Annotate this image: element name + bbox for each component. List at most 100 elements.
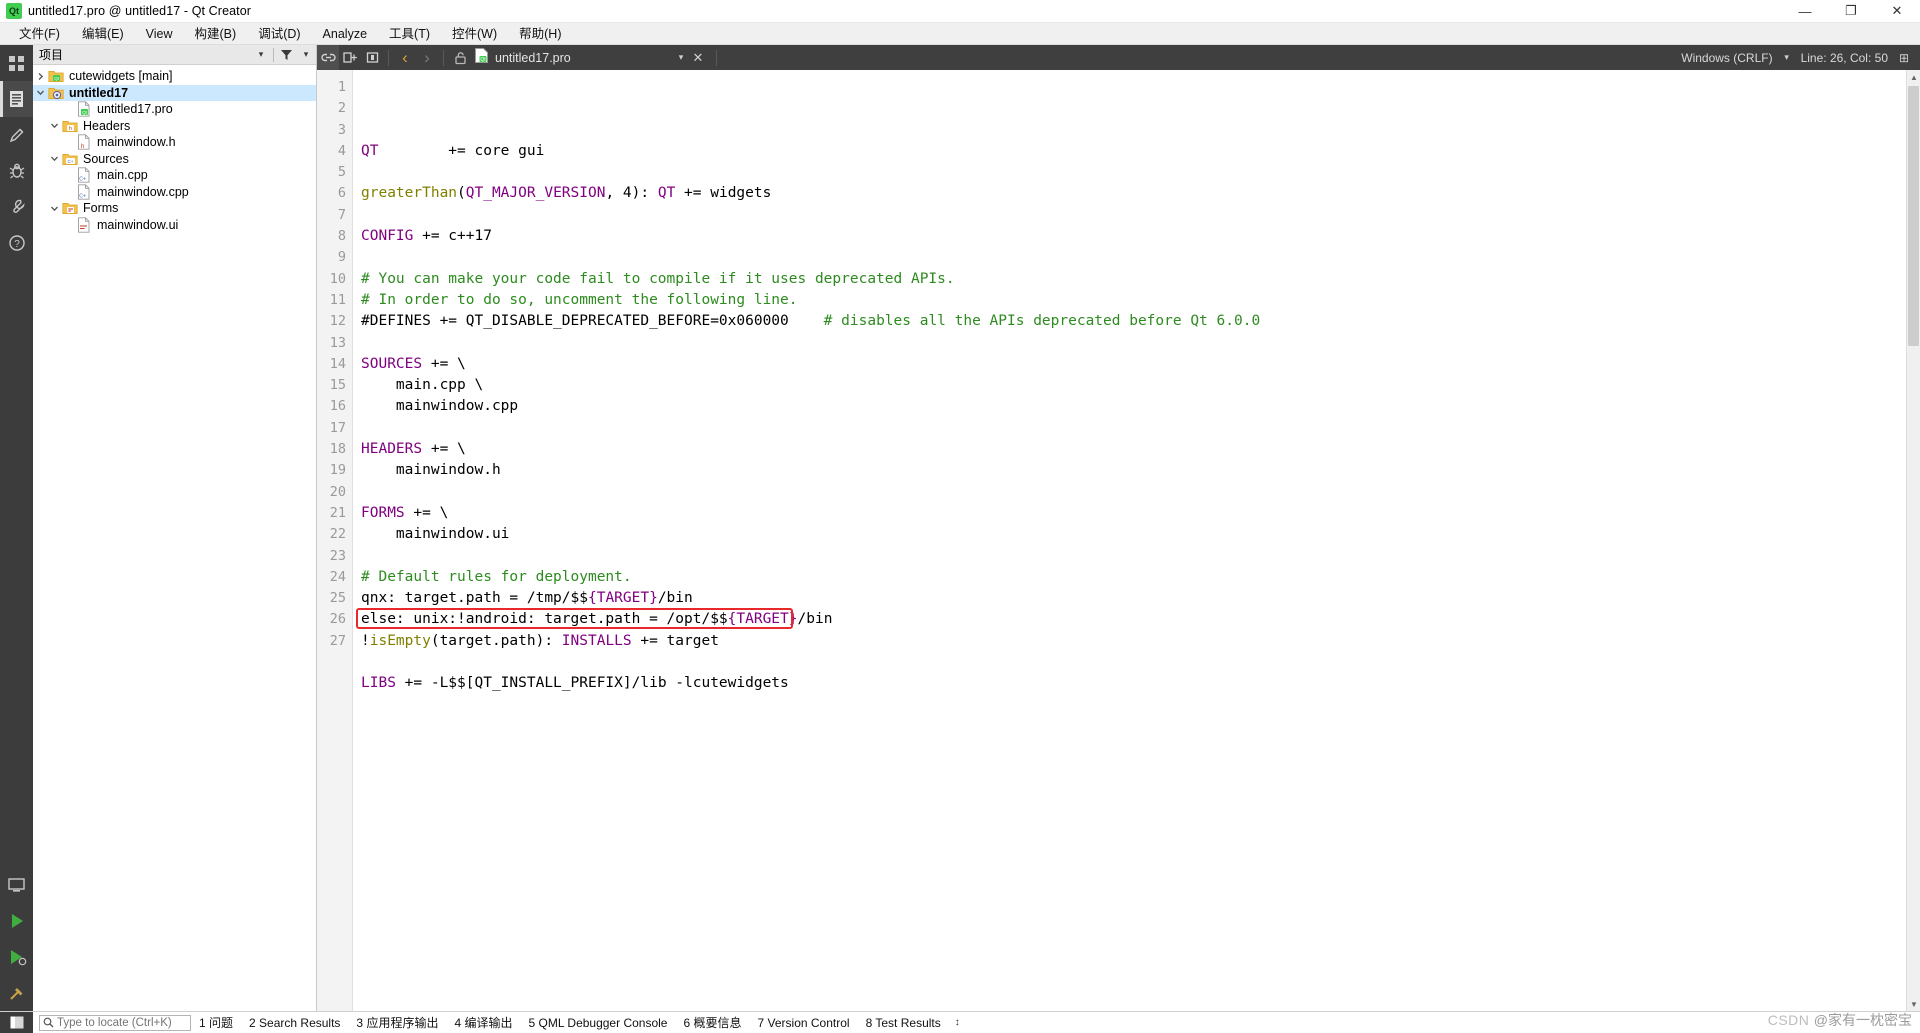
code-line[interactable]: SOURCES += \ xyxy=(361,354,1920,375)
code-line[interactable] xyxy=(361,333,1920,354)
code-line[interactable]: else: unix:!android: target.path = /opt/… xyxy=(361,609,1920,630)
code-line[interactable]: QT += core gui xyxy=(361,141,1920,162)
chevron-right-icon[interactable] xyxy=(33,72,48,81)
menu-build[interactable]: 构建(B) xyxy=(184,23,248,45)
tree-item-main-cpp[interactable]: C+ main.cpp xyxy=(33,167,316,184)
encoding-chevron-down-icon[interactable]: ▾ xyxy=(1779,52,1795,63)
code-line[interactable]: FORMS += \ xyxy=(361,503,1920,524)
project-tree[interactable]: Qt cutewidgets [main] untitled17 Qt untitled… xyxy=(33,65,316,1011)
code-line[interactable]: mainwindow.ui xyxy=(361,524,1920,545)
mode-debug[interactable] xyxy=(0,153,33,189)
code-line[interactable]: CONFIG += c++17 xyxy=(361,226,1920,247)
menu-debug[interactable]: 调试(D) xyxy=(247,23,311,45)
code-editor[interactable]: 1 2 3 4 5 6 7 8 9 10 11 12 13 14 15 16 17 18 19 20 21 22 23 24 2… xyxy=(317,70,1920,1011)
scroll-up-arrow-icon[interactable]: ▲ xyxy=(1907,70,1920,84)
mode-edit[interactable] xyxy=(0,81,33,117)
build-button[interactable] xyxy=(0,975,33,1011)
nav-back-button[interactable]: ‹ xyxy=(394,45,416,70)
kit-selector[interactable] xyxy=(0,867,33,903)
tree-item-mainwindow-h[interactable]: h mainwindow.h xyxy=(33,134,316,151)
nav-forward-button[interactable]: › xyxy=(416,45,438,70)
code-line[interactable]: # You can make your code fail to compile… xyxy=(361,269,1920,290)
mode-projects[interactable] xyxy=(0,189,33,225)
code-line[interactable]: greaterThan(QT_MAJOR_VERSION, 4): QT += … xyxy=(361,183,1920,204)
code-content[interactable]: QT += core gui greaterThan(QT_MAJOR_VERS… xyxy=(353,70,1920,1011)
output-pane-updown-icon[interactable]: ↕ xyxy=(949,1017,966,1028)
menu-analyze[interactable]: Analyze xyxy=(312,23,378,45)
menu-help[interactable]: 帮助(H) xyxy=(508,23,572,45)
code-line[interactable]: LIBS += -L$$[QT_INSTALL_PREFIX]/lib -lcu… xyxy=(361,673,1920,694)
line-number: 9 xyxy=(337,249,346,266)
unlock-icon[interactable] xyxy=(449,45,471,70)
tree-item-mainwindow-cpp[interactable]: C+ mainwindow.cpp xyxy=(33,184,316,201)
chevron-down-icon[interactable] xyxy=(47,154,62,163)
mode-welcome[interactable] xyxy=(0,45,33,81)
output-tab-compile-output[interactable]: 4 编译输出 xyxy=(446,1012,520,1033)
output-tab-issues[interactable]: 1 问题 xyxy=(191,1012,241,1033)
maximize-button[interactable]: ❐ xyxy=(1828,0,1874,23)
tree-item-headers[interactable]: h Headers xyxy=(33,118,316,135)
output-tab-test-results[interactable]: 8 Test Results xyxy=(858,1012,949,1033)
locator-field[interactable] xyxy=(39,1014,191,1031)
code-line[interactable]: # Default rules for deployment. xyxy=(361,567,1920,588)
code-line[interactable]: #DEFINES += QT_DISABLE_DEPRECATED_BEFORE… xyxy=(361,311,1920,332)
tree-item-forms[interactable]: Forms xyxy=(33,200,316,217)
output-tab-version-control[interactable]: 7 Version Control xyxy=(750,1012,858,1033)
menu-view[interactable]: View xyxy=(135,23,184,45)
menu-widgets[interactable]: 控件(W) xyxy=(441,23,508,45)
close-icon[interactable]: ✕ xyxy=(689,50,707,66)
locator-input[interactable] xyxy=(57,1016,183,1029)
code-line[interactable]: mainwindow.cpp xyxy=(361,396,1920,417)
scroll-down-arrow-icon[interactable]: ▼ xyxy=(1907,997,1920,1011)
code-line[interactable]: !isEmpty(target.path): INSTALLS += targe… xyxy=(361,631,1920,652)
code-line[interactable]: mainwindow.h xyxy=(361,460,1920,481)
menu-edit[interactable]: 编辑(E) xyxy=(71,23,135,45)
output-tab-search-results[interactable]: 2 Search Results xyxy=(241,1012,348,1033)
split-editor-button[interactable]: ⊞ xyxy=(1894,51,1914,65)
close-button[interactable]: ✕ xyxy=(1874,0,1920,23)
scrollbar-thumb[interactable] xyxy=(1908,86,1919,346)
output-tab-qml-debugger[interactable]: 5 QML Debugger Console xyxy=(520,1012,675,1033)
tree-item-cutewidgets[interactable]: Qt cutewidgets [main] xyxy=(33,68,316,85)
mode-design[interactable] xyxy=(0,117,33,153)
chevron-down-icon[interactable]: ▾ xyxy=(673,52,689,63)
code-line[interactable] xyxy=(361,418,1920,439)
line-ending-selector[interactable]: Windows (CRLF) xyxy=(1675,51,1778,65)
close-split-icon[interactable] xyxy=(361,45,383,70)
code-line[interactable] xyxy=(361,546,1920,567)
cursor-position-label[interactable]: Line: 26, Col: 50 xyxy=(1795,51,1894,65)
tree-item-untitled17[interactable]: untitled17 xyxy=(33,84,316,101)
link-icon[interactable] xyxy=(317,45,339,70)
code-line[interactable]: # In order to do so, uncomment the follo… xyxy=(361,290,1920,311)
output-pane-toggle[interactable] xyxy=(0,1011,33,1033)
menu-file[interactable]: 文件(F) xyxy=(8,23,71,45)
code-line[interactable]: main.cpp \ xyxy=(361,375,1920,396)
output-tab-general-messages[interactable]: 6 概要信息 xyxy=(675,1012,749,1033)
menu-tools[interactable]: 工具(T) xyxy=(378,23,441,45)
filter-dropdown-icon[interactable]: ▾ xyxy=(251,45,271,65)
tree-item-mainwindow-ui[interactable]: mainwindow.ui xyxy=(33,217,316,234)
chevron-down-icon[interactable] xyxy=(47,121,62,130)
filter-icon[interactable] xyxy=(276,45,296,65)
tree-item-sources[interactable]: C+ Sources xyxy=(33,151,316,168)
code-line[interactable] xyxy=(361,695,1920,716)
code-line[interactable]: qnx: target.path = /tmp/$${TARGET}/bin xyxy=(361,588,1920,609)
chevron-down-icon[interactable] xyxy=(33,88,48,97)
code-line[interactable] xyxy=(361,162,1920,183)
chevron-down-icon[interactable] xyxy=(47,204,62,213)
code-line[interactable]: HEADERS += \ xyxy=(361,439,1920,460)
output-tab-app-output[interactable]: 3 应用程序输出 xyxy=(348,1012,446,1033)
split-icon[interactable] xyxy=(339,45,361,70)
editor-tab-untitled17-pro[interactable]: Qt untitled17.pro ▾ ✕ xyxy=(471,45,711,70)
code-line[interactable] xyxy=(361,652,1920,673)
code-line[interactable] xyxy=(361,482,1920,503)
tree-item-untitled17-pro[interactable]: Qt untitled17.pro xyxy=(33,101,316,118)
run-button[interactable] xyxy=(0,903,33,939)
code-line[interactable] xyxy=(361,205,1920,226)
sync-icon[interactable]: ▾ xyxy=(296,45,316,65)
minimize-button[interactable]: — xyxy=(1782,0,1828,23)
code-line[interactable] xyxy=(361,247,1920,268)
editor-vertical-scrollbar[interactable]: ▲ ▼ xyxy=(1906,70,1920,1011)
mode-help[interactable]: ? xyxy=(0,225,33,261)
debug-button[interactable] xyxy=(0,939,33,975)
